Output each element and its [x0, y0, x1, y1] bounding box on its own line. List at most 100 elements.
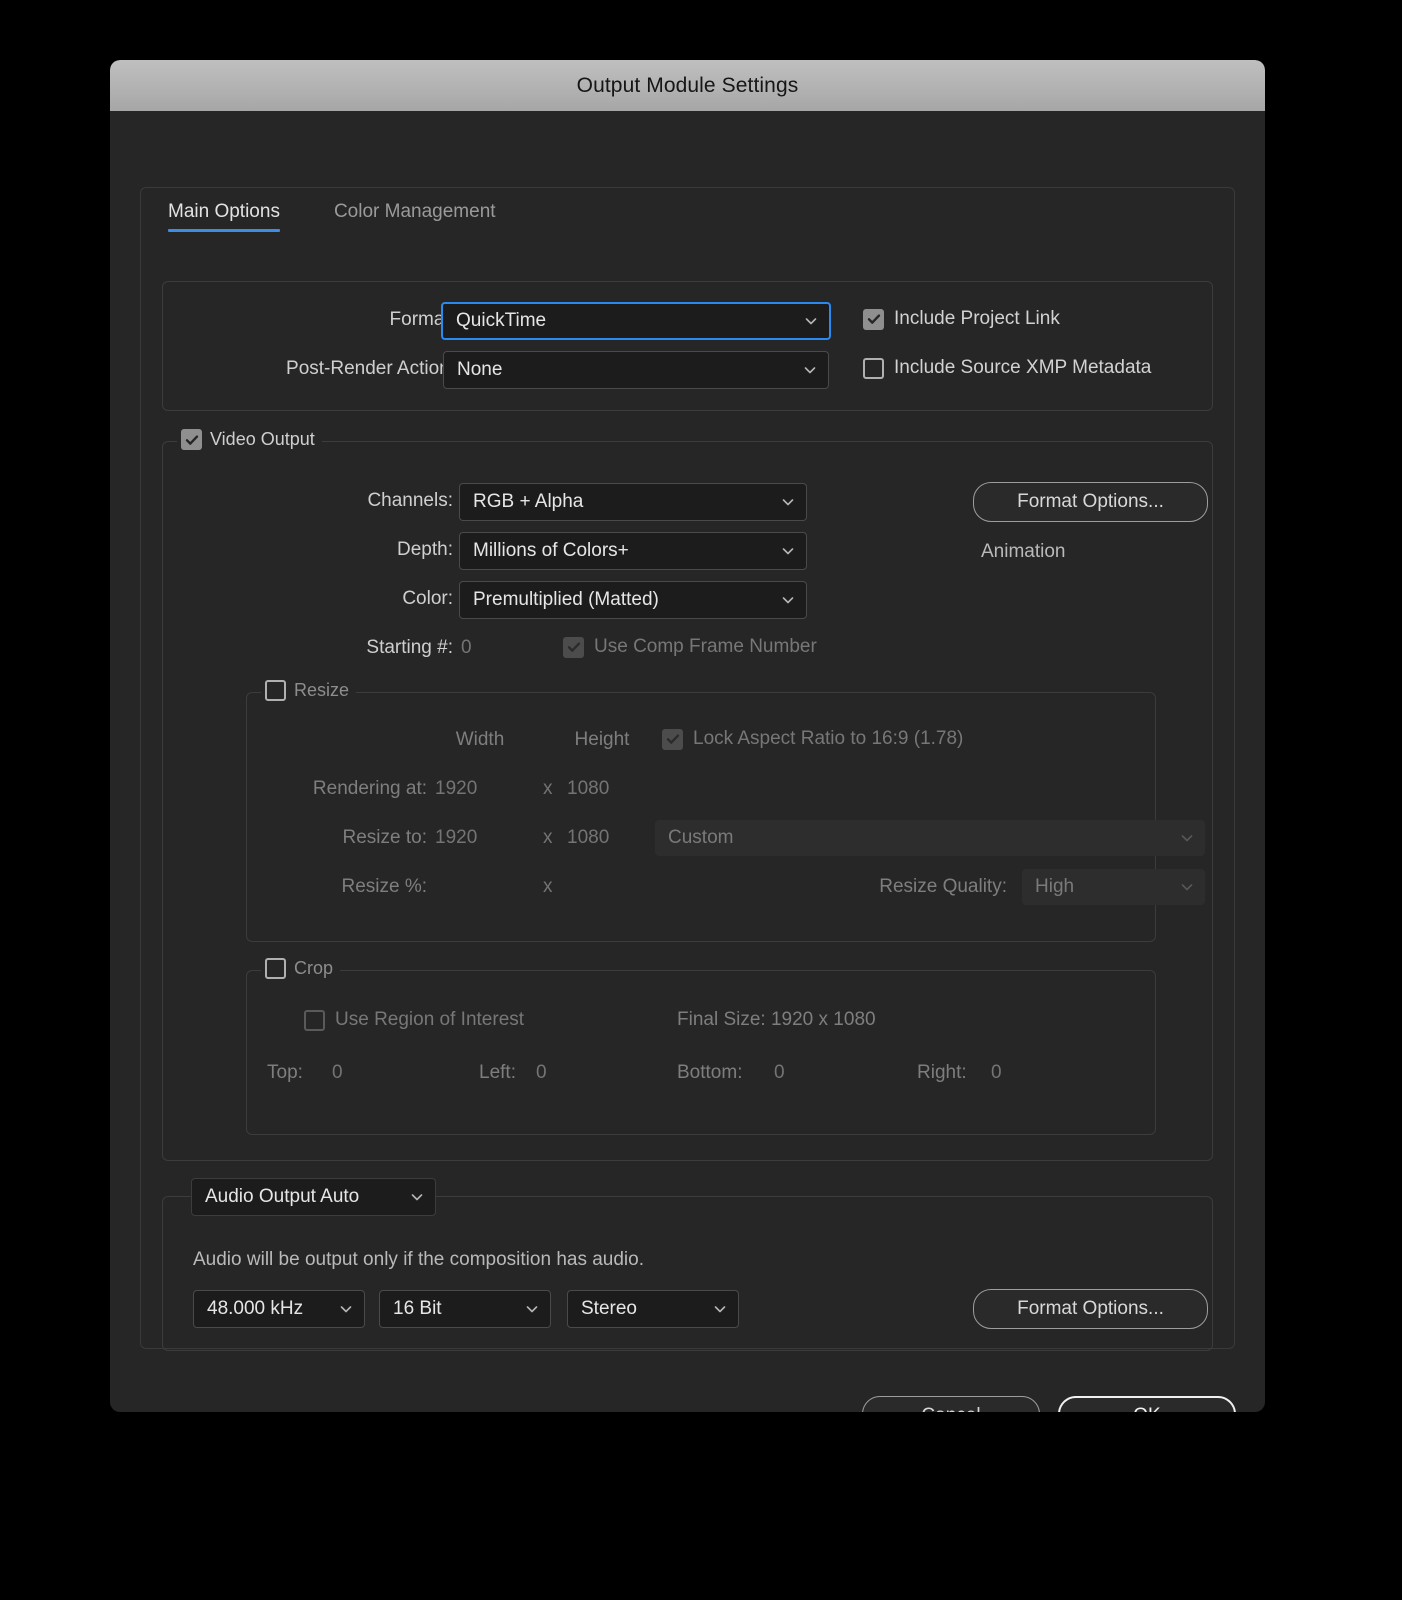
resize-quality-label: Resize Quality: — [879, 876, 1007, 897]
lock-aspect-ratio-row: Lock Aspect Ratio to 16:9 (1.78) — [662, 728, 963, 750]
crop-checkbox[interactable] — [265, 958, 286, 979]
dialog-body: Main Options Color Management Format: Qu… — [110, 111, 1265, 1412]
video-output-legend[interactable]: Video Output — [177, 429, 322, 450]
chevron-down-icon — [526, 1306, 538, 1313]
audio-format-options-button[interactable]: Format Options... — [973, 1289, 1208, 1329]
starting-number-value: 0 — [461, 637, 472, 658]
audio-note: Audio will be output only if the composi… — [193, 1249, 644, 1270]
depth-select[interactable]: Millions of Colors+ — [459, 532, 807, 570]
chevron-down-icon — [1181, 884, 1193, 891]
channels-label: Channels: — [367, 490, 453, 511]
use-region-of-interest-checkbox — [304, 1009, 325, 1031]
post-render-action-select[interactable]: None — [443, 351, 829, 389]
include-xmp-metadata-checkbox[interactable] — [863, 357, 884, 379]
color-label: Color: — [402, 588, 453, 609]
audio-channels-value: Stereo — [581, 1298, 637, 1319]
crop-left-value: 0 — [536, 1062, 547, 1083]
depth-value: Millions of Colors+ — [473, 540, 629, 561]
include-project-link-label: Include Project Link — [894, 308, 1060, 329]
rendering-at-separator: x — [543, 778, 553, 799]
resize-to-height[interactable]: 1080 — [567, 827, 609, 849]
resize-legend[interactable]: Resize — [261, 680, 357, 701]
chevron-down-icon — [782, 548, 794, 555]
rendering-at-height: 1080 — [567, 778, 610, 799]
crop-right-value: 0 — [991, 1062, 1002, 1083]
cancel-button[interactable]: Cancel — [862, 1396, 1040, 1412]
include-xmp-metadata-row[interactable]: Include Source XMP Metadata — [863, 357, 1151, 379]
crop-top-label: Top: — [267, 1062, 303, 1083]
color-value: Premultiplied (Matted) — [473, 589, 659, 610]
channels-select[interactable]: RGB + Alpha — [459, 483, 807, 521]
format-label: Format: — [389, 309, 455, 330]
resize-to-label: Resize to: — [342, 827, 427, 848]
audio-sample-rate-select[interactable]: 48.000 kHz — [193, 1290, 365, 1328]
resize-preset-value: Custom — [668, 827, 734, 848]
final-size-label: Final Size: 1920 x 1080 — [677, 1009, 876, 1030]
audio-sample-rate-value: 48.000 kHz — [207, 1298, 304, 1319]
crop-top-value: 0 — [332, 1062, 343, 1083]
chevron-down-icon — [782, 597, 794, 604]
crop-left-label: Left: — [479, 1062, 516, 1083]
resize-group: Resize Width Height Lock Aspect Ratio to… — [246, 680, 1205, 942]
format-group: Format: QuickTime Include Project Link P… — [162, 281, 1213, 411]
output-module-settings-dialog: Output Module Settings Main Options Colo… — [110, 60, 1265, 1412]
audio-bit-depth-value: 16 Bit — [393, 1298, 442, 1319]
crop-bottom-label: Bottom: — [677, 1062, 743, 1083]
format-select-value: QuickTime — [456, 310, 547, 331]
resize-quality-value: High — [1035, 876, 1075, 897]
audio-bit-depth-select[interactable]: 16 Bit — [379, 1290, 551, 1328]
audio-output-mode-select[interactable]: Audio Output Auto — [191, 1178, 436, 1216]
resize-checkbox[interactable] — [265, 680, 286, 701]
video-output-legend-label: Video Output — [210, 429, 315, 449]
chevron-down-icon — [782, 499, 794, 506]
resize-percent-label: Resize %: — [341, 876, 427, 897]
lock-aspect-ratio-checkbox — [662, 728, 683, 750]
resize-preset-select: Custom — [655, 820, 1205, 856]
audio-output-mode-value: Audio Output Auto — [205, 1186, 360, 1207]
codec-name-label: Animation — [981, 541, 1066, 562]
starting-number-label: Starting #: — [366, 637, 453, 658]
depth-label: Depth: — [397, 539, 453, 560]
use-region-of-interest-label: Use Region of Interest — [335, 1009, 525, 1030]
chevron-down-icon — [1181, 835, 1193, 842]
post-render-action-value: None — [457, 359, 503, 380]
crop-bottom-value: 0 — [774, 1062, 785, 1083]
resize-quality-select: High — [1022, 869, 1205, 905]
lock-aspect-ratio-label: Lock Aspect Ratio to 16:9 (1.78) — [693, 728, 964, 749]
dialog-title: Output Module Settings — [576, 73, 799, 97]
use-region-of-interest-row: Use Region of Interest — [304, 1009, 524, 1031]
ok-button[interactable]: OK — [1058, 1396, 1236, 1412]
use-comp-frame-number-checkbox — [563, 636, 584, 658]
height-header: Height — [574, 729, 630, 750]
resize-to-width[interactable]: 1920 — [435, 827, 477, 849]
crop-legend[interactable]: Crop — [261, 958, 341, 979]
width-header: Width — [455, 729, 505, 750]
chevron-down-icon — [411, 1194, 423, 1201]
rendering-at-width: 1920 — [435, 778, 478, 799]
video-output-group: Video Output Channels: RGB + Alpha Forma… — [162, 429, 1213, 1161]
crop-legend-label: Crop — [294, 958, 334, 978]
include-xmp-metadata-label: Include Source XMP Metadata — [894, 357, 1152, 378]
include-project-link-row[interactable]: Include Project Link — [863, 308, 1060, 330]
use-comp-frame-number-row: Use Comp Frame Number — [563, 636, 817, 658]
channels-value: RGB + Alpha — [473, 491, 584, 512]
dialog-titlebar: Output Module Settings — [110, 60, 1265, 111]
use-comp-frame-number-label: Use Comp Frame Number — [594, 636, 817, 657]
color-select[interactable]: Premultiplied (Matted) — [459, 581, 807, 619]
chevron-down-icon — [714, 1306, 726, 1313]
resize-to-separator: x — [543, 827, 553, 848]
video-format-options-button[interactable]: Format Options... — [973, 482, 1208, 522]
format-select[interactable]: QuickTime — [441, 302, 831, 340]
crop-right-label: Right: — [917, 1062, 967, 1083]
chevron-down-icon — [804, 367, 816, 374]
audio-channels-select[interactable]: Stereo — [567, 1290, 739, 1328]
video-output-checkbox[interactable] — [181, 429, 202, 450]
include-project-link-checkbox[interactable] — [863, 308, 884, 330]
chevron-down-icon — [340, 1306, 352, 1313]
crop-group: Crop Use Region of Interest Final Size: … — [246, 958, 1156, 1135]
rendering-at-label: Rendering at: — [312, 778, 427, 799]
post-render-action-label: Post-Render Action: — [286, 358, 455, 379]
resize-legend-label: Resize — [294, 680, 350, 700]
audio-output-group: Audio Output Auto Audio will be output o… — [162, 1178, 1213, 1351]
chevron-down-icon — [805, 318, 817, 325]
